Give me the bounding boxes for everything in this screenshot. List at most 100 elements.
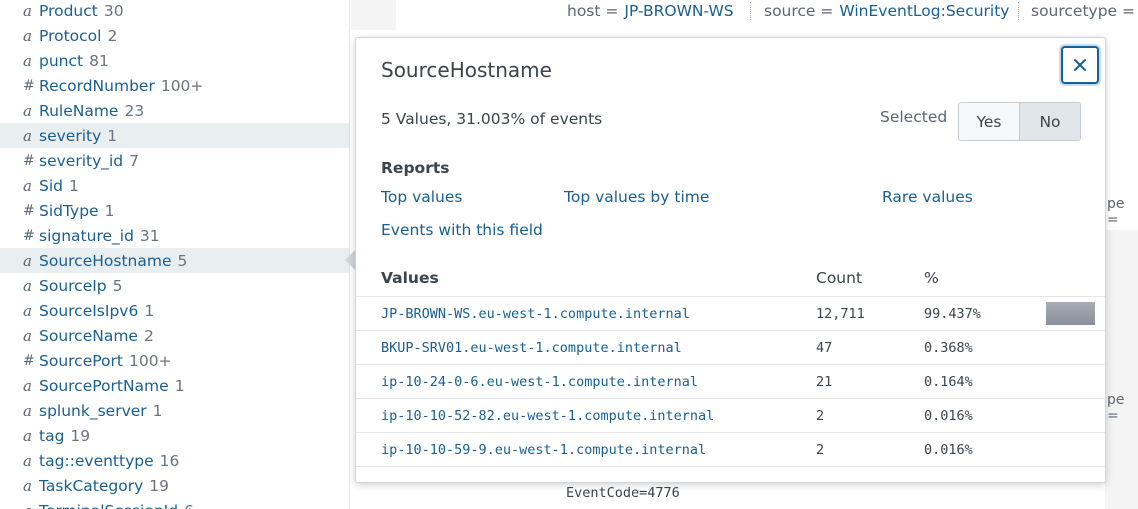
field-item[interactable]: # SidType 1 <box>0 198 349 223</box>
field-name[interactable]: punct <box>39 52 83 70</box>
field-count: 100+ <box>160 76 204 95</box>
field-name[interactable]: SourcePort <box>39 352 123 370</box>
field-name[interactable]: tag::eventtype <box>39 452 154 470</box>
field-item[interactable]: a Product 30 <box>0 0 349 23</box>
top-values-link[interactable]: Top values <box>381 188 463 206</box>
field-item[interactable]: a RuleName 23 <box>0 98 349 123</box>
host-value[interactable]: JP-BROWN-WS <box>624 2 733 20</box>
field-name[interactable]: signature_id <box>39 227 134 245</box>
value-link[interactable]: ip-10-24-0-6.eu-west-1.compute.internal <box>381 374 698 390</box>
field-name[interactable]: SourceName <box>39 327 138 345</box>
event-source-field[interactable]: source = WinEventLog:Security <box>764 0 1009 22</box>
string-type-icon: a <box>23 276 32 295</box>
string-type-icon: a <box>23 451 32 470</box>
field-summary-popup: SourceHostname 5 Values, 31.003% of even… <box>355 37 1106 483</box>
field-name[interactable]: SourceHostname <box>39 252 171 270</box>
string-type-icon: a <box>23 426 32 445</box>
field-name[interactable]: SourceIp <box>39 277 107 295</box>
field-count: 81 <box>89 51 109 70</box>
event-row-gutter-right <box>1105 230 1138 509</box>
field-count: 5 <box>112 276 123 295</box>
string-type-icon: a <box>23 176 32 195</box>
field-item[interactable]: a punct 81 <box>0 48 349 73</box>
field-count: 1 <box>68 176 79 195</box>
header-separator <box>750 2 751 20</box>
rare-values-link[interactable]: Rare values <box>882 188 973 206</box>
field-item[interactable]: # SourcePort 100+ <box>0 348 349 373</box>
partial-sourcetype-label: pe = <box>1107 392 1125 424</box>
event-code-text: EventCode=4776 <box>566 485 680 501</box>
popup-title: SourceHostname <box>381 58 552 82</box>
value-link[interactable]: ip-10-10-52-82.eu-west-1.compute.interna… <box>381 408 714 424</box>
event-row-gutter <box>351 0 396 30</box>
field-count: 5 <box>177 251 188 270</box>
close-button[interactable] <box>1061 46 1099 84</box>
numeric-type-icon: # <box>23 202 35 219</box>
field-name[interactable]: Sid <box>39 177 63 195</box>
string-type-icon: a <box>23 101 32 120</box>
percent-column-header: % <box>924 269 939 287</box>
field-name[interactable]: Product <box>39 2 98 20</box>
field-count: 1 <box>144 301 155 320</box>
event-host-field[interactable]: host = JP-BROWN-WS <box>567 0 734 22</box>
field-name[interactable]: RuleName <box>39 102 118 120</box>
reports-heading: Reports <box>381 159 450 177</box>
source-value[interactable]: WinEventLog:Security <box>839 2 1009 20</box>
string-type-icon: a <box>23 476 32 495</box>
field-name[interactable]: severity <box>39 127 101 145</box>
top-values-by-time-link[interactable]: Top values by time <box>564 188 709 206</box>
value-count: 2 <box>816 442 825 458</box>
field-item[interactable]: a splunk_server 1 <box>0 398 349 423</box>
string-type-icon: a <box>23 401 32 420</box>
field-item[interactable]: # RecordNumber 100+ <box>0 73 349 98</box>
numeric-type-icon: # <box>23 152 35 169</box>
table-row: ip-10-24-0-6.eu-west-1.compute.internal 2… <box>356 364 1105 398</box>
event-sourcetype-field[interactable]: sourcetype = <box>1031 0 1135 22</box>
field-item[interactable]: aTerminalSessionId 6 <box>0 498 349 509</box>
value-link[interactable]: JP-BROWN-WS.eu-west-1.compute.internal <box>381 306 690 322</box>
field-name[interactable]: TaskCategory <box>39 477 143 495</box>
popup-pointer <box>345 250 355 270</box>
field-count: 1 <box>174 376 185 395</box>
field-item[interactable]: # severity_id 7 <box>0 148 349 173</box>
field-item[interactable]: a SourceName 2 <box>0 323 349 348</box>
selected-yes-button[interactable]: Yes <box>959 103 1019 140</box>
numeric-type-icon: # <box>23 77 35 94</box>
events-with-field-link[interactable]: Events with this field <box>381 221 543 239</box>
field-name[interactable]: splunk_server <box>39 402 147 420</box>
field-item[interactable]: a SourceIp 5 <box>0 273 349 298</box>
field-item[interactable]: a SourcePortName 1 <box>0 373 349 398</box>
field-count: 2 <box>107 26 118 45</box>
header-separator <box>1018 2 1019 20</box>
field-item[interactable]: a tag 19 <box>0 423 349 448</box>
field-item[interactable]: a SourceIsIpv6 1 <box>0 298 349 323</box>
field-item[interactable]: # signature_id 31 <box>0 223 349 248</box>
close-icon <box>1074 59 1086 71</box>
field-name[interactable]: RecordNumber <box>39 77 155 95</box>
field-name[interactable]: TerminalSessionId <box>39 502 178 509</box>
field-name[interactable]: Protocol <box>39 27 101 45</box>
selected-toggle: Yes No <box>958 102 1081 141</box>
field-count: 6 <box>184 502 194 509</box>
value-count: 12,711 <box>816 306 865 322</box>
value-link[interactable]: BKUP-SRV01.eu-west-1.compute.internal <box>381 340 682 356</box>
field-item[interactable]: a Sid 1 <box>0 173 349 198</box>
field-item[interactable]: a tag::eventtype 16 <box>0 448 349 473</box>
value-percent-bar <box>1046 302 1095 325</box>
field-count: 1 <box>152 401 163 420</box>
field-item[interactable]: a Protocol 2 <box>0 23 349 48</box>
field-count: 19 <box>149 476 169 495</box>
field-name[interactable]: SourcePortName <box>39 377 169 395</box>
field-name[interactable]: SidType <box>39 202 99 220</box>
selected-no-button[interactable]: No <box>1019 103 1080 140</box>
host-key: host = <box>567 2 619 20</box>
field-name[interactable]: severity_id <box>39 152 123 170</box>
table-row: BKUP-SRV01.eu-west-1.compute.internal 47 0… <box>356 330 1105 364</box>
value-link[interactable]: ip-10-10-59-9.eu-west-1.compute.internal <box>381 442 706 458</box>
field-item[interactable]: a severity 1 <box>0 123 349 148</box>
field-item[interactable]: a SourceHostname 5 <box>0 248 349 273</box>
field-name[interactable]: tag <box>39 427 64 445</box>
field-item[interactable]: a TaskCategory 19 <box>0 473 349 498</box>
table-bottom-border <box>356 466 1105 467</box>
field-name[interactable]: SourceIsIpv6 <box>39 302 138 320</box>
